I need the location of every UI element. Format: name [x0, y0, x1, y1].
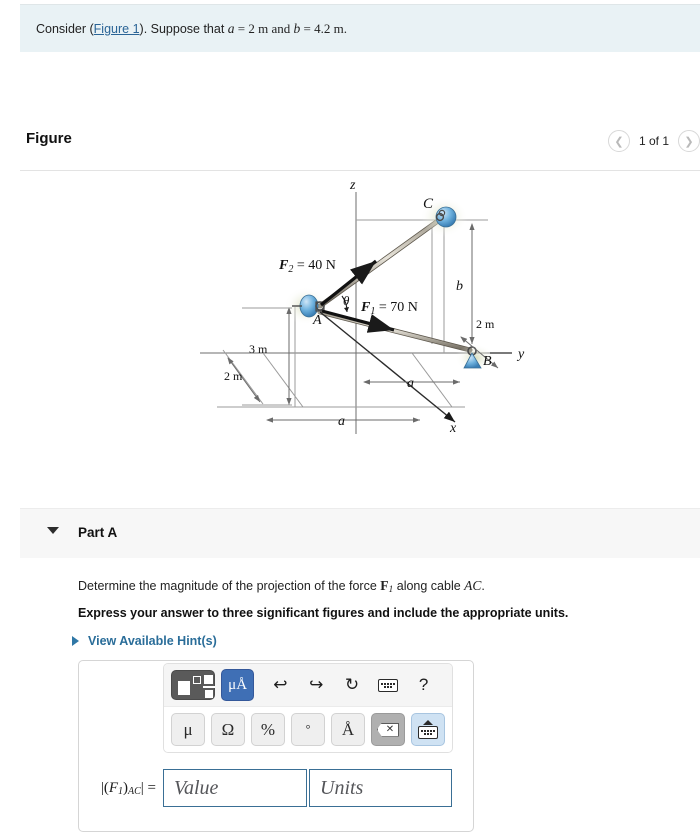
help-icon[interactable]: ? [409, 671, 438, 699]
answer-input-row: |(F1)AC| = Value Units [79, 769, 473, 807]
eject-keyboard-icon[interactable] [411, 713, 445, 746]
label-axis-z: z [349, 178, 356, 193]
svg-text:F2 = 40 N: F2 = 40 N [278, 258, 336, 275]
toolbar-row-primary: μÅ ↩ ↪ ↻ ? [164, 664, 452, 707]
statement-eq-a: = 2 m and [234, 21, 294, 36]
answer-formula-label: |(F1)AC| = [79, 780, 163, 797]
statement-middle: ). Suppose that [139, 22, 228, 36]
label-f1-symbol: F [360, 300, 371, 315]
label-dim-b: b [456, 279, 463, 294]
figure-prev-button[interactable]: ❮ [607, 130, 630, 152]
keyboard-icon[interactable] [373, 671, 402, 699]
question-cable: AC [464, 578, 482, 593]
part-a-title: Part A [78, 525, 118, 540]
toolbar-row-symbols: μ Ω % ° Å ✕ [164, 707, 452, 752]
instruction-text: Express your answer to three significant… [78, 606, 569, 620]
label-cable-sub: AC [128, 785, 141, 797]
answer-value-input[interactable]: Value [163, 769, 307, 807]
svg-text:F1 = 70 N: F1 = 70 N [360, 300, 418, 317]
view-hints-link[interactable]: View Available Hint(s) [72, 634, 217, 648]
label-dim-2m-left: 2 m [224, 369, 243, 383]
label-angle-theta: θ [343, 293, 350, 308]
answer-panel: μÅ ↩ ↪ ↻ ? μ Ω % ° Å ✕ |(F1)AC| = Value … [78, 660, 474, 832]
question-middle: along cable [393, 579, 465, 593]
question-text: Determine the magnitude of the projectio… [78, 578, 485, 595]
label-dim-a-middle: a [407, 376, 414, 391]
figure-1-link[interactable]: Figure 1 [94, 22, 140, 36]
statics-diagram-svg: z y x C A B F2 = 40 N F1 = 70 N θ b 2 m … [200, 178, 525, 436]
caret-right-icon [72, 636, 79, 646]
undo-arrow-icon[interactable]: ↩ [266, 671, 295, 699]
label-tail: | = [140, 779, 156, 796]
label-dim-3m: 3 m [249, 342, 268, 356]
question-prefix: Determine the magnitude of the projectio… [78, 579, 381, 593]
figure-counter: 1 of 1 [638, 134, 669, 148]
label-f2-value: = 40 N [293, 258, 336, 273]
answer-units-input[interactable]: Units [309, 769, 452, 807]
question-force-symbol: F [380, 578, 389, 593]
figure-divider [20, 170, 700, 171]
view-hints-label: View Available Hint(s) [88, 634, 217, 648]
figure-diagram: z y x C A B F2 = 40 N F1 = 70 N θ b 2 m … [20, 172, 700, 502]
label-axis-y: y [516, 347, 525, 362]
label-point-c: C [423, 196, 434, 212]
problem-statement-text: Consider (Figure 1). Suppose that a = 2 … [36, 21, 347, 37]
eject-triangle-icon [423, 720, 433, 725]
label-dim-a-bottom: a [338, 414, 345, 429]
label-f1-value: = 70 N [375, 300, 418, 315]
label-point-a: A [312, 313, 322, 328]
symbol-omega-button[interactable]: Ω [211, 713, 245, 746]
label-abs-open: |( [100, 779, 109, 796]
math-toolbar: μÅ ↩ ↪ ↻ ? μ Ω % ° Å ✕ [163, 663, 453, 753]
template-icon[interactable] [171, 670, 216, 700]
statement-var-a: a [227, 21, 235, 36]
symbol-degree-button[interactable]: ° [291, 713, 325, 746]
figure-navigation: ❮ 1 of 1 ❯ [607, 130, 700, 152]
units-mu-angstrom-button[interactable]: μÅ [221, 669, 254, 701]
figure-header: Figure ❮ 1 of 1 ❯ [20, 126, 700, 170]
label-force-symbol: F [108, 779, 118, 796]
figure-next-button[interactable]: ❯ [678, 130, 700, 152]
point-c-pulley [435, 206, 457, 228]
backspace-icon[interactable]: ✕ [371, 713, 405, 746]
caret-down-icon[interactable] [47, 527, 59, 534]
label-axis-x: x [449, 421, 457, 436]
problem-statement-banner: Consider (Figure 1). Suppose that a = 2 … [20, 4, 700, 52]
chevron-left-icon: ❮ [614, 135, 624, 148]
redo-arrow-icon[interactable]: ↪ [302, 671, 331, 699]
figure-title: Figure [26, 130, 72, 147]
chevron-right-icon: ❯ [684, 135, 694, 148]
reset-circle-icon[interactable]: ↻ [338, 671, 367, 699]
symbol-mu-button[interactable]: μ [171, 713, 205, 746]
symbol-angstrom-button[interactable]: Å [331, 713, 365, 746]
label-f2-symbol: F [278, 258, 289, 273]
question-suffix: . [481, 579, 485, 593]
statement-prefix: Consider ( [36, 22, 94, 36]
label-force-f2: F2 = 40 N [278, 258, 336, 275]
part-a-header[interactable]: Part A [20, 508, 700, 558]
label-force-f1: F1 = 70 N [360, 300, 418, 317]
label-point-b: B [483, 354, 492, 369]
statement-eq-b: = 4.2 m. [300, 21, 347, 36]
label-dim-2m-right: 2 m [476, 317, 495, 331]
symbol-percent-button[interactable]: % [251, 713, 285, 746]
